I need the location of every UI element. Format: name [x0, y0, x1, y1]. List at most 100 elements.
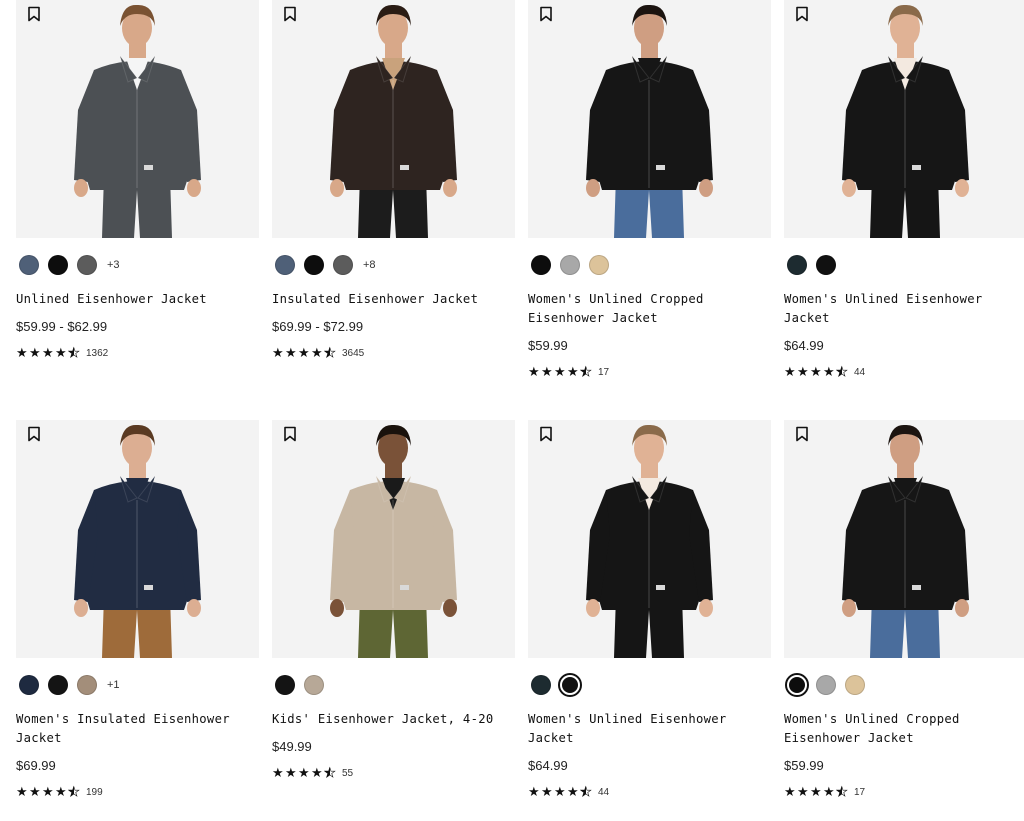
star-icon: ★: [311, 345, 323, 360]
half-star-icon: ★: [324, 345, 336, 360]
bookmark-icon[interactable]: [26, 6, 42, 22]
star-icon: ★: [16, 784, 28, 799]
color-swatches: [784, 672, 865, 698]
product-name[interactable]: Women's Unlined Cropped Eisenhower Jacke…: [528, 290, 763, 328]
product-rating[interactable]: ★ ★ ★ ★ ★ 44: [528, 784, 609, 799]
product-image[interactable]: [528, 0, 771, 238]
product-card[interactable]: Women's Unlined Cropped Eisenhower Jacke…: [784, 420, 1024, 820]
color-swatch[interactable]: [560, 255, 580, 275]
product-card[interactable]: Women's Unlined Cropped Eisenhower Jacke…: [528, 0, 771, 400]
bookmark-icon[interactable]: [282, 6, 298, 22]
review-count: 1362: [86, 347, 109, 359]
bookmark-icon[interactable]: [538, 426, 554, 442]
half-star-icon: ★: [836, 364, 848, 379]
product-name[interactable]: Kids' Eisenhower Jacket, 4-20: [272, 710, 507, 729]
product-name[interactable]: Women's Unlined Cropped Eisenhower Jacke…: [784, 710, 1019, 748]
product-name-line: Unlined Eisenhower Jacket: [16, 292, 207, 306]
product-name[interactable]: Women's Unlined Eisenhower Jacket: [528, 710, 763, 748]
color-swatch[interactable]: [19, 255, 39, 275]
product-card[interactable]: Kids' Eisenhower Jacket, 4-20 $49.99 ★ ★ ★…: [272, 420, 515, 820]
color-swatch[interactable]: [816, 255, 836, 275]
product-card[interactable]: +1 Women's Insulated Eisenhower Jacket $…: [16, 420, 259, 820]
color-swatch[interactable]: [531, 255, 551, 275]
product-name-line: Kids' Eisenhower Jacket, 4-20: [272, 712, 494, 726]
color-swatch[interactable]: [333, 255, 353, 275]
star-icon: ★: [554, 784, 566, 799]
product-image[interactable]: [272, 0, 515, 238]
product-name[interactable]: Unlined Eisenhower Jacket: [16, 290, 251, 309]
product-card[interactable]: Women's Unlined Eisenhower Jacket $64.99…: [528, 420, 771, 820]
color-swatch[interactable]: [845, 675, 865, 695]
product-name-line: Women's Unlined Cropped: [784, 712, 960, 726]
product-rating[interactable]: ★ ★ ★ ★ ★ 3645: [272, 345, 365, 360]
product-image[interactable]: [272, 420, 515, 658]
color-swatch[interactable]: [304, 675, 324, 695]
star-icon: ★: [285, 765, 297, 780]
product-rating[interactable]: ★ ★ ★ ★ ★ 55: [272, 765, 353, 780]
product-name-line: Jacket: [528, 731, 574, 745]
product-price: $64.99: [528, 758, 568, 773]
star-icon: ★: [541, 364, 553, 379]
star-icon: ★: [528, 364, 540, 379]
color-swatch[interactable]: [48, 675, 68, 695]
review-count: 3645: [342, 347, 365, 359]
product-image[interactable]: [528, 420, 771, 658]
color-swatch-selected[interactable]: [785, 673, 809, 697]
color-swatch[interactable]: [531, 675, 551, 695]
star-icon: ★: [554, 364, 566, 379]
color-swatches: [528, 672, 582, 698]
bookmark-icon[interactable]: [282, 426, 298, 442]
color-swatch-selected[interactable]: [558, 673, 582, 697]
color-swatch[interactable]: [275, 675, 295, 695]
product-price: $69.99 - $72.99: [272, 319, 364, 334]
star-icon: ★: [823, 784, 835, 799]
product-name-line: Women's Unlined Eisenhower: [528, 712, 727, 726]
more-colors-count[interactable]: +3: [107, 259, 120, 271]
bookmark-icon[interactable]: [538, 6, 554, 22]
more-colors-count[interactable]: +8: [363, 259, 376, 271]
product-name[interactable]: Women's Unlined Eisenhower Jacket: [784, 290, 1019, 328]
bookmark-icon[interactable]: [794, 6, 810, 22]
color-swatch[interactable]: [77, 255, 97, 275]
product-image[interactable]: [784, 0, 1024, 238]
product-rating[interactable]: ★ ★ ★ ★ ★ 199: [16, 784, 103, 799]
product-price: $49.99: [272, 739, 312, 754]
color-swatch[interactable]: [816, 675, 836, 695]
half-star-icon: ★: [68, 784, 80, 799]
star-icon: ★: [567, 784, 579, 799]
star-icon: ★: [784, 364, 796, 379]
product-name-line: Women's Unlined Eisenhower: [784, 292, 983, 306]
bookmark-icon[interactable]: [26, 426, 42, 442]
product-image[interactable]: [16, 0, 259, 238]
color-swatch[interactable]: [304, 255, 324, 275]
color-swatch[interactable]: [77, 675, 97, 695]
color-swatch[interactable]: [787, 255, 807, 275]
product-name[interactable]: Insulated Eisenhower Jacket: [272, 290, 507, 309]
product-card[interactable]: Women's Unlined Eisenhower Jacket $64.99…: [784, 0, 1024, 400]
star-icon: ★: [29, 784, 41, 799]
product-card[interactable]: +8 Insulated Eisenhower Jacket $69.99 - …: [272, 0, 515, 400]
color-swatch[interactable]: [275, 255, 295, 275]
product-card[interactable]: +3 Unlined Eisenhower Jacket $59.99 - $6…: [16, 0, 259, 400]
review-count: 199: [86, 786, 103, 798]
color-swatch[interactable]: [19, 675, 39, 695]
product-name[interactable]: Women's Insulated Eisenhower Jacket: [16, 710, 251, 748]
bookmark-icon[interactable]: [794, 426, 810, 442]
half-star-icon: ★: [836, 784, 848, 799]
product-price: $64.99: [784, 338, 824, 353]
product-rating[interactable]: ★ ★ ★ ★ ★ 44: [784, 364, 865, 379]
product-name-line: Eisenhower Jacket: [784, 731, 914, 745]
star-icon: ★: [42, 784, 54, 799]
color-swatch[interactable]: [48, 255, 68, 275]
product-image[interactable]: [16, 420, 259, 658]
color-swatch[interactable]: [589, 255, 609, 275]
half-star-icon: ★: [580, 784, 592, 799]
product-rating[interactable]: ★ ★ ★ ★ ★ 17: [784, 784, 865, 799]
star-icon: ★: [285, 345, 297, 360]
product-rating[interactable]: ★ ★ ★ ★ ★ 1362: [16, 346, 109, 360]
star-icon: ★: [528, 784, 540, 799]
product-image[interactable]: [784, 420, 1024, 658]
color-swatches: +1: [16, 672, 120, 698]
more-colors-count[interactable]: +1: [107, 679, 120, 691]
product-rating[interactable]: ★ ★ ★ ★ ★ 17: [528, 364, 609, 379]
